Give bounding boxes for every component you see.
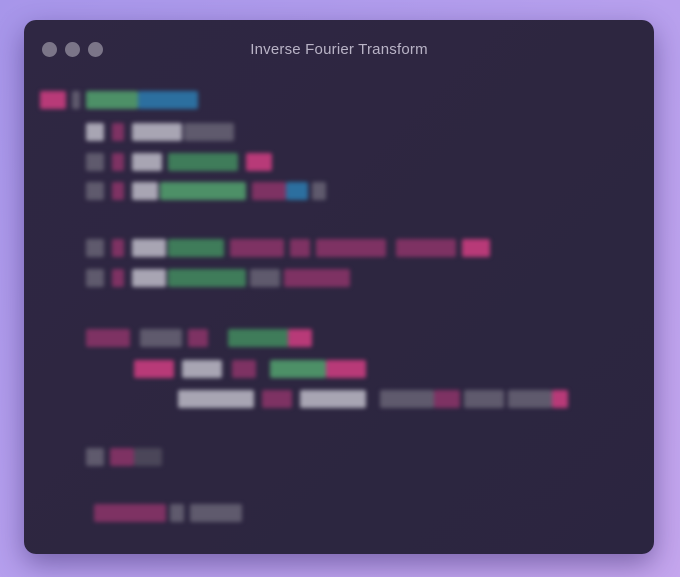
code-token — [112, 153, 124, 171]
code-token — [286, 182, 308, 200]
code-token — [86, 448, 104, 466]
code-token — [290, 239, 310, 257]
code-token — [182, 360, 222, 378]
code-token — [94, 504, 166, 522]
code-token — [508, 390, 552, 408]
code-token — [326, 360, 366, 378]
code-token — [262, 390, 292, 408]
code-token — [246, 153, 272, 171]
code-token — [232, 360, 256, 378]
code-token — [112, 269, 124, 287]
code-token — [86, 239, 104, 257]
code-token — [190, 504, 242, 522]
code-token — [86, 153, 104, 171]
code-token — [188, 329, 208, 347]
code-token — [396, 239, 456, 257]
code-token — [132, 239, 166, 257]
code-token — [168, 239, 224, 257]
code-token — [132, 123, 182, 141]
code-token — [178, 390, 254, 408]
code-token — [170, 504, 184, 522]
code-token — [168, 269, 246, 287]
code-token — [312, 182, 326, 200]
code-token — [270, 360, 326, 378]
editor-window: Inverse Fourier Transform — [24, 20, 654, 554]
code-area[interactable] — [24, 20, 654, 554]
code-token — [86, 329, 130, 347]
code-token — [134, 360, 174, 378]
code-token — [434, 390, 460, 408]
code-token — [464, 390, 504, 408]
code-token — [160, 182, 246, 200]
code-token — [300, 390, 366, 408]
code-token — [40, 91, 66, 109]
code-token — [316, 239, 386, 257]
code-token — [86, 269, 104, 287]
code-token — [72, 91, 80, 109]
code-token — [552, 390, 568, 408]
code-token — [132, 153, 162, 171]
code-token — [184, 123, 234, 141]
code-token — [250, 269, 280, 287]
code-token — [86, 123, 104, 141]
code-token — [380, 390, 434, 408]
code-token — [284, 269, 350, 287]
code-token — [134, 448, 162, 466]
code-token — [110, 448, 134, 466]
code-token — [132, 269, 166, 287]
code-token — [112, 182, 124, 200]
code-token — [252, 182, 286, 200]
code-token — [462, 239, 490, 257]
code-token — [168, 153, 238, 171]
code-token — [132, 182, 158, 200]
code-token — [288, 329, 312, 347]
code-token — [86, 91, 138, 109]
code-token — [86, 182, 104, 200]
code-token — [228, 329, 290, 347]
code-token — [138, 91, 198, 109]
code-token — [112, 123, 124, 141]
code-token — [140, 329, 182, 347]
code-token — [112, 239, 124, 257]
code-token — [230, 239, 284, 257]
